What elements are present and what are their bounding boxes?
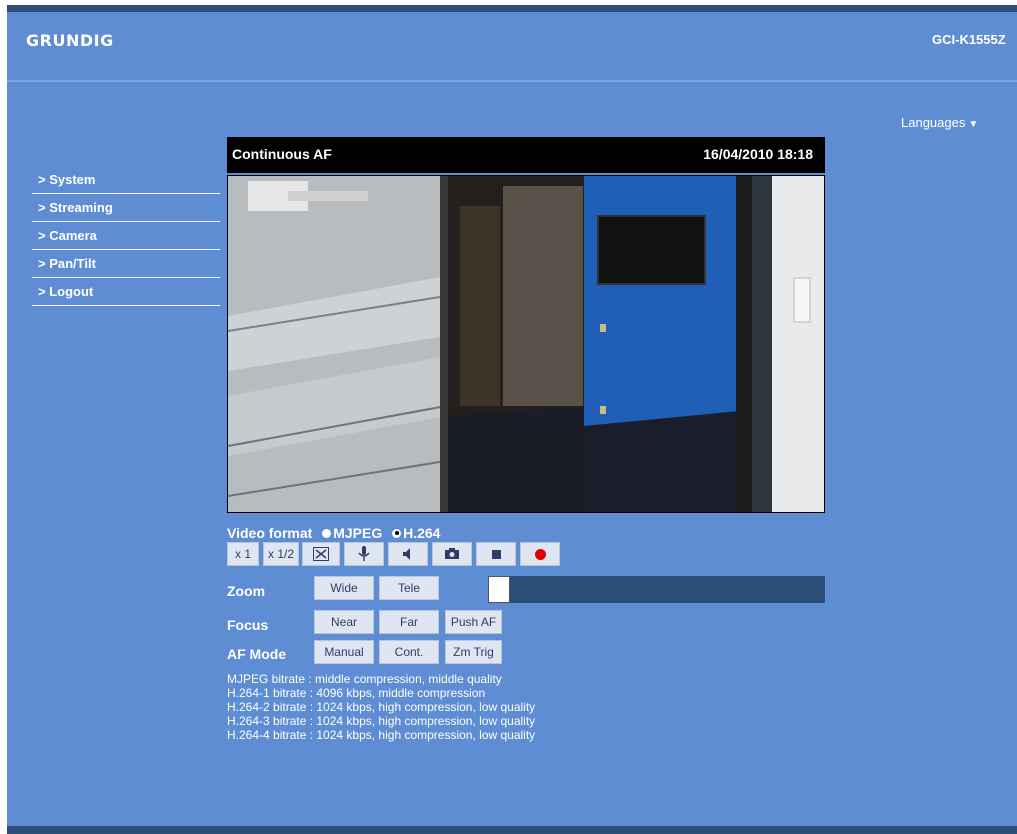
camera-icon (445, 548, 459, 559)
sidebar-item-system[interactable]: > System (32, 168, 220, 194)
microphone-button[interactable] (344, 542, 384, 566)
languages-label: Languages (901, 115, 966, 130)
sidebar-item-pan-tilt[interactable]: > Pan/Tilt (32, 252, 220, 278)
snapshot-button[interactable] (432, 542, 472, 566)
stop-icon (491, 550, 501, 559)
mjpeg-label: MJPEG (333, 525, 383, 541)
focus-near-button[interactable]: Near (314, 610, 374, 634)
stop-button[interactable] (476, 542, 516, 566)
af-cont-button[interactable]: Cont. (379, 640, 439, 664)
grundig-logo: GRUNDIG (26, 31, 114, 50)
speaker-button[interactable] (388, 542, 428, 566)
sidebar-item-streaming[interactable]: > Streaming (32, 196, 220, 222)
bitrate-line: H.264-4 bitrate : 1024 kbps, high compre… (227, 728, 536, 742)
header-divider (7, 80, 1017, 82)
bitrate-line: H.264-1 bitrate : 4096 kbps, middle comp… (227, 686, 486, 700)
mjpeg-radio[interactable] (322, 528, 332, 538)
af-mode-label: AF Mode (227, 646, 287, 662)
live-video-view[interactable] (227, 175, 825, 513)
sidebar-item-logout[interactable]: > Logout (32, 280, 220, 306)
zoom-tele-button[interactable]: Tele (379, 576, 439, 600)
af-zm-trig-button[interactable]: Zm Trig (445, 640, 502, 664)
video-frame-image (228, 176, 824, 512)
zoom-wide-button[interactable]: Wide (314, 576, 374, 600)
sidebar-nav: > System > Streaming > Camera > Pan/Tilt… (32, 168, 220, 308)
top-bar (7, 5, 1017, 12)
zoom-slider[interactable] (488, 576, 825, 603)
h264-label: H.264 (403, 525, 441, 541)
video-title-bar: Continuous AF 16/04/2010 18:18 (227, 137, 825, 173)
languages-dropdown[interactable]: Languages ▼ (901, 115, 978, 130)
sidebar-item-camera[interactable]: > Camera (32, 224, 220, 250)
speaker-icon (403, 548, 410, 560)
video-format-label: Video format (227, 525, 313, 541)
chevron-down-icon: ▼ (968, 119, 979, 130)
record-icon (534, 549, 546, 560)
microphone-icon (358, 546, 370, 561)
bottom-bar (7, 826, 1017, 834)
model-name: GCI-K1555Z (932, 32, 1006, 47)
push-af-button[interactable]: Push AF (445, 610, 502, 634)
bitrate-line: MJPEG bitrate : middle compression, midd… (227, 672, 502, 686)
fullscreen-icon (313, 547, 329, 561)
h264-radio[interactable] (392, 528, 402, 538)
zoom-label: Zoom (227, 583, 266, 599)
video-format-row: Video format MJPEG H.264 (227, 525, 440, 541)
bitrate-line: H.264-3 bitrate : 1024 kbps, high compre… (227, 714, 536, 728)
fullscreen-button[interactable] (302, 542, 340, 566)
video-datetime: 16/04/2010 18:18 (703, 146, 813, 162)
bitrate-line: H.264-2 bitrate : 1024 kbps, high compre… (227, 700, 536, 714)
focus-label: Focus (227, 617, 269, 633)
af-manual-button[interactable]: Manual (314, 640, 374, 664)
scale-half-button[interactable]: x 1/2 (263, 542, 299, 566)
bitrate-info: MJPEG bitrate : middle compression, midd… (227, 672, 535, 742)
zoom-slider-thumb[interactable] (488, 576, 510, 603)
video-title: Continuous AF (232, 146, 332, 162)
record-button[interactable] (520, 542, 560, 566)
focus-far-button[interactable]: Far (379, 610, 439, 634)
scale-x1-button[interactable]: x 1 (227, 542, 259, 566)
